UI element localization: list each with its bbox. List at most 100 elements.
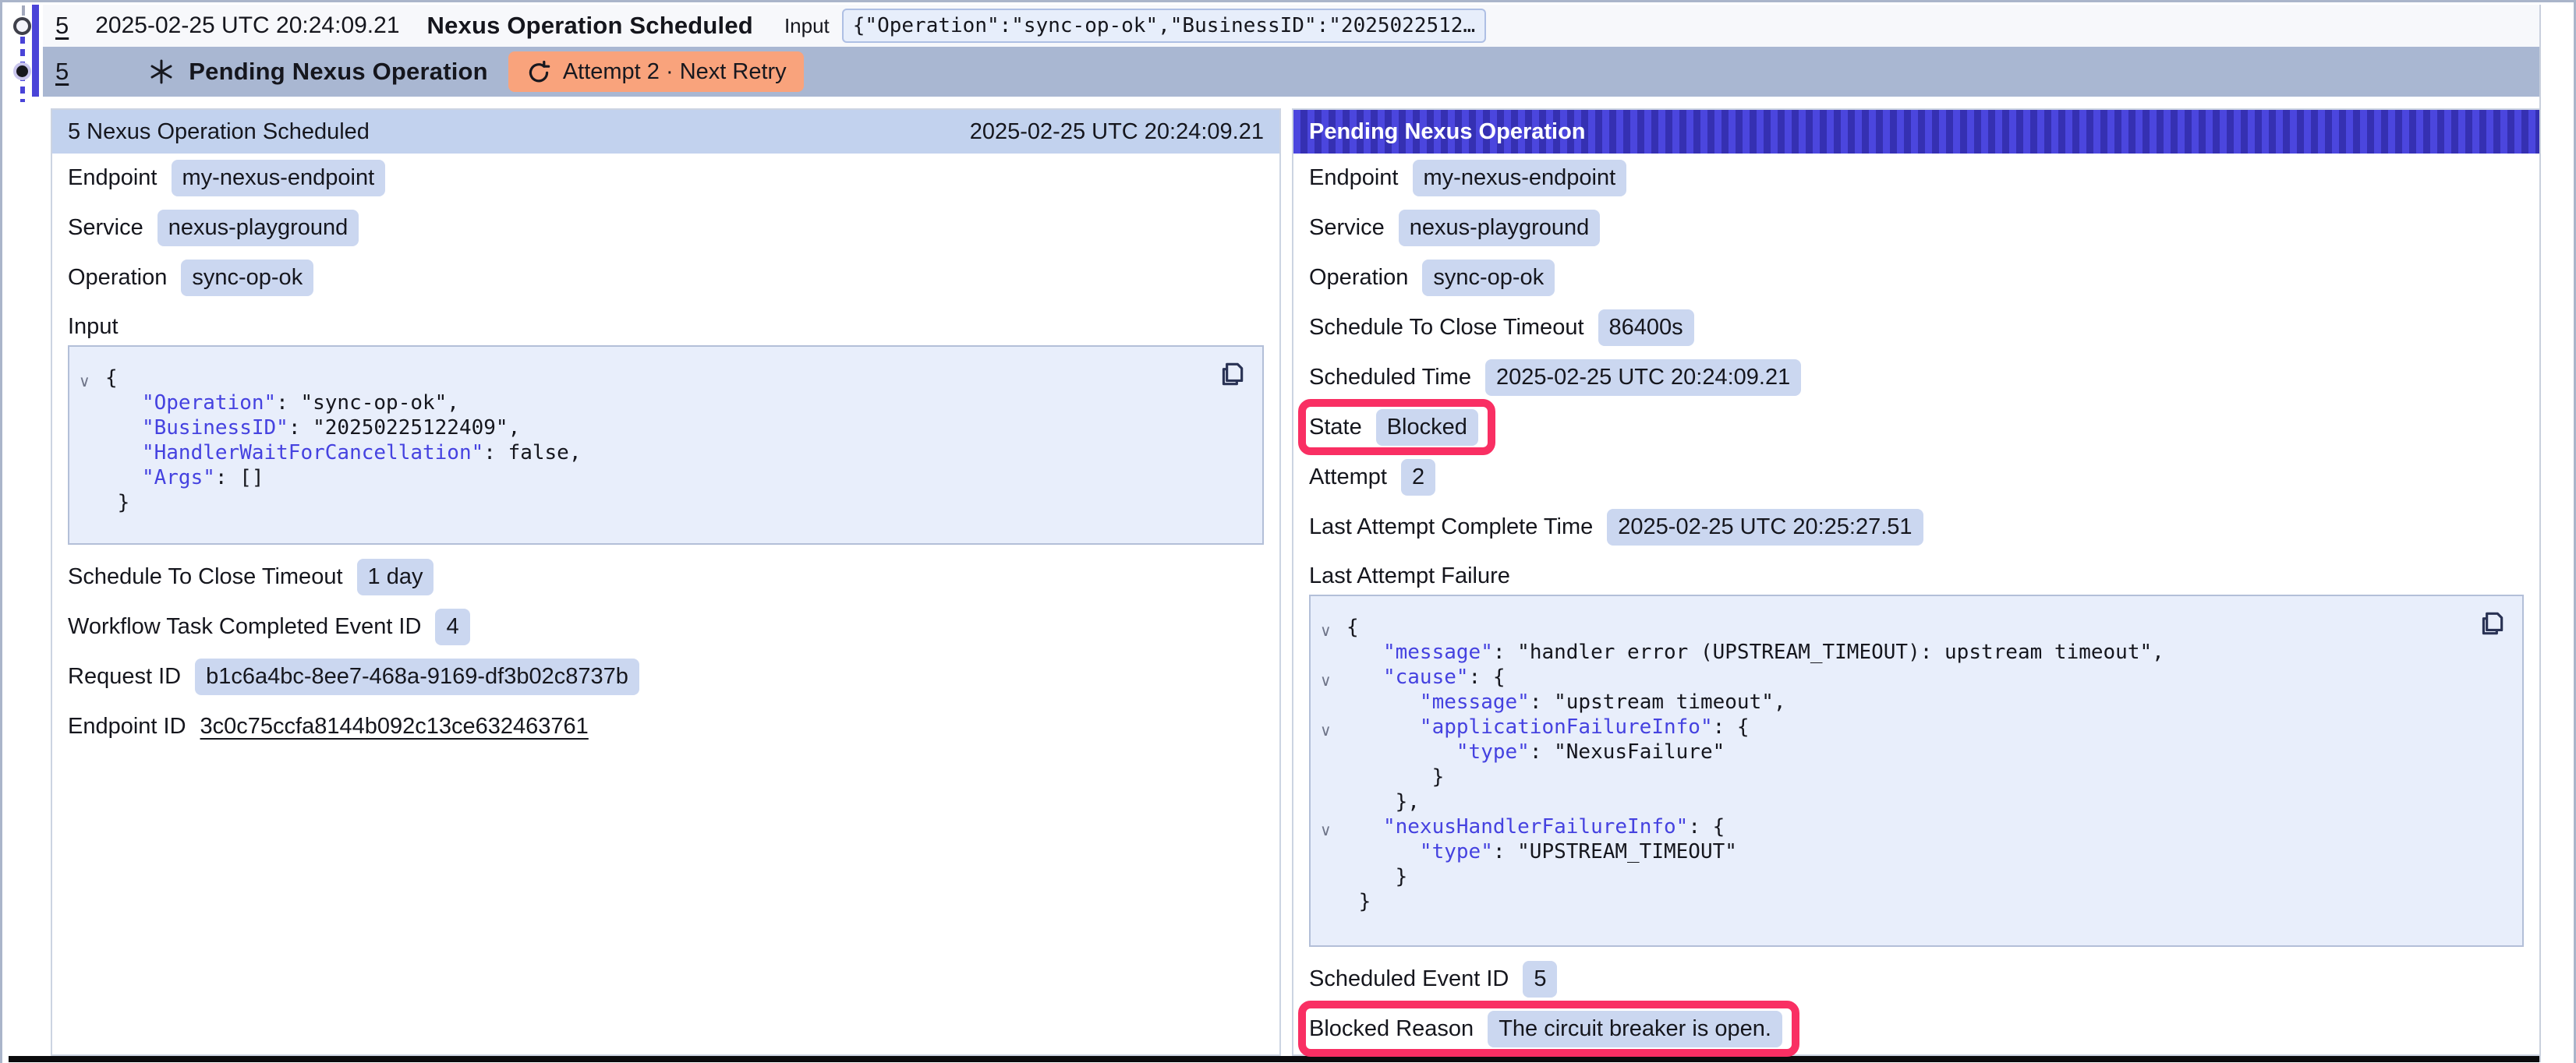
timeline-connector — [22, 5, 25, 16]
collapse-chevron-icon — [79, 418, 105, 443]
field-label-attempt: Attempt — [1309, 464, 1387, 490]
collapse-chevron-icon[interactable]: ∨ — [1320, 818, 1346, 842]
json-code-text: { — [105, 366, 118, 390]
field-row-endpoint: Endpointmy-nexus-endpoint — [1309, 160, 2524, 196]
field-label-endpoint-id: Endpoint ID — [68, 714, 186, 740]
field-row-schedule-to-close-timeout: Schedule To Close Timeout 86400s — [1309, 309, 2524, 345]
json-code-text: } — [1346, 864, 1407, 889]
failure-json-viewer: ∨{ "message": "handler error (UPSTREAM_T… — [1309, 595, 2524, 947]
event-detail-panel: 5 Nexus Operation Scheduled 2025-02-25 U… — [51, 108, 1281, 1056]
json-line: } — [1320, 765, 2507, 789]
json-line: ∨{ — [1320, 615, 2507, 640]
json-code-text: "nexusHandlerFailureInfo": { — [1346, 814, 1725, 839]
event-timestamp: 2025-02-25 UTC 20:24:09.21 — [95, 12, 399, 39]
field-label-service: Service — [68, 215, 143, 241]
event-id-link[interactable]: 5 — [55, 12, 69, 40]
json-line: "type": "NexusFailure" — [1320, 740, 2507, 765]
input-label: Input — [784, 14, 830, 38]
field-row-request-id: Request IDb1c6a4bc-8ee7-468a-9169-df3b02… — [68, 659, 1264, 694]
field-label-last-attempt-failure: Last Attempt Failure — [1309, 562, 2524, 590]
field-row-operation: Operationsync-op-ok — [68, 260, 1264, 295]
pending-operation-fields: Endpointmy-nexus-endpointServicenexus-pl… — [1293, 154, 2539, 1047]
json-line: } — [1320, 889, 2507, 914]
json-code-text: "message": "upstream timeout", — [1346, 690, 1786, 715]
field-label-blocked-reason: Blocked Reason — [1309, 1016, 1474, 1042]
json-line: "BusinessID": "20250225122409", — [79, 415, 1247, 440]
retry-icon — [525, 58, 552, 85]
field-value-scheduled-time: 2025-02-25 UTC 20:24:09.21 — [1485, 359, 1801, 396]
collapse-chevron-icon — [1320, 693, 1346, 718]
json-code-text: } — [1346, 889, 1371, 914]
field-row-service: Servicenexus-playground — [68, 210, 1264, 245]
field-value-state: Blocked — [1376, 409, 1478, 446]
json-line: } — [79, 490, 1247, 515]
pending-operation-panel: Pending Nexus Operation Endpointmy-nexus… — [1292, 108, 2541, 1056]
field-label-endpoint: Endpoint — [1309, 165, 1399, 191]
pending-nexus-operation-row[interactable]: 5 Pending Nexus Operation Attempt 2 · Ne… — [43, 47, 2539, 97]
json-code-text: "Operation": "sync-op-ok", — [105, 390, 459, 415]
collapse-chevron-icon — [1320, 793, 1346, 818]
copy-icon[interactable] — [2477, 609, 2508, 640]
field-row-endpoint-id: Endpoint ID 3c0c75ccfa8144b092c13ce632463… — [68, 708, 1264, 744]
timeline-filled-dot-icon — [13, 62, 31, 80]
field-label-scheduled-time: Scheduled Time — [1309, 365, 1471, 390]
collapse-chevron-icon — [1320, 892, 1346, 917]
collapse-chevron-icon[interactable]: ∨ — [1320, 718, 1346, 743]
collapse-chevron-icon — [79, 394, 105, 418]
json-code-text: "BusinessID": "20250225122409", — [105, 415, 520, 440]
field-label-service: Service — [1309, 215, 1385, 241]
retry-attempt-badge: Attempt 2 · Next Retry — [508, 51, 804, 92]
collapse-chevron-icon — [79, 493, 105, 518]
input-preview-chip[interactable]: {"Operation":"sync-op-ok","BusinessID":"… — [842, 9, 1486, 43]
collapse-chevron-icon[interactable]: ∨ — [1320, 668, 1346, 693]
pending-operation-title: Pending Nexus Operation — [1309, 119, 1586, 145]
json-code-text: "cause": { — [1346, 665, 1506, 690]
field-value-scheduled-event-id: 5 — [1523, 961, 1557, 998]
field-label-schedule-to-close-timeout: Schedule To Close Timeout — [1309, 315, 1584, 341]
temporal-event-history-screen: 5 2025-02-25 UTC 20:24:09.21 Nexus Opera… — [0, 0, 2576, 1063]
field-value-attempt: 2 — [1401, 459, 1435, 496]
field-value-endpoint-id[interactable]: 3c0c75ccfa8144b092c13ce632463761 — [200, 714, 589, 740]
field-row-endpoint: Endpointmy-nexus-endpoint — [68, 160, 1264, 196]
collapse-chevron-icon — [79, 443, 105, 468]
collapse-chevron-icon[interactable]: ∨ — [79, 369, 105, 394]
json-code-text: } — [1346, 765, 1444, 789]
event-row-nexus-operation-scheduled[interactable]: 5 2025-02-25 UTC 20:24:09.21 Nexus Opera… — [43, 5, 2539, 47]
json-line: "type": "UPSTREAM_TIMEOUT" — [1320, 839, 2507, 864]
field-row-blocked-reason: Blocked Reason The circuit breaker is ope… — [1309, 1011, 1782, 1047]
field-value-endpoint: my-nexus-endpoint — [172, 160, 386, 196]
collapse-chevron-icon — [79, 468, 105, 493]
selected-event-indicator-bar — [32, 5, 39, 97]
copy-icon[interactable] — [1217, 359, 1248, 390]
field-label-request-id: Request ID — [68, 664, 181, 690]
field-label-state: State — [1309, 415, 1362, 440]
json-line: ∨ "cause": { — [1320, 665, 2507, 690]
field-value-blocked-reason: The circuit breaker is open. — [1488, 1011, 1782, 1047]
json-code-text: "HandlerWaitForCancellation": false, — [105, 440, 582, 465]
json-line: "message": "upstream timeout", — [1320, 690, 2507, 715]
field-value-operation: sync-op-ok — [181, 260, 313, 296]
json-line: } — [1320, 864, 2507, 889]
json-code-text: "Args": [] — [105, 465, 264, 490]
scrollbar-gutter[interactable] — [2539, 5, 2572, 1062]
collapse-chevron-icon[interactable]: ∨ — [1320, 618, 1346, 643]
field-row-operation: Operationsync-op-ok — [1309, 260, 2524, 295]
event-detail-fields: Endpointmy-nexus-endpoint Servicenexus-pl… — [52, 154, 1279, 744]
input-json-viewer: ∨{ "Operation": "sync-op-ok", "BusinessI… — [68, 345, 1264, 545]
json-code-text: "type": "NexusFailure" — [1346, 740, 1725, 765]
event-detail-panel-header: 5 Nexus Operation Scheduled 2025-02-25 U… — [52, 110, 1279, 154]
json-code-text: { — [1346, 615, 1359, 640]
field-row-last-attempt-complete-time: Last Attempt Complete Time2025-02-25 UTC… — [1309, 509, 2524, 545]
json-line: "Args": [] — [79, 465, 1247, 490]
retry-badge-label: Attempt 2 · Next Retry — [563, 59, 787, 85]
pending-event-name: Pending Nexus Operation — [189, 58, 488, 86]
collapse-chevron-icon — [1320, 842, 1346, 867]
json-code-text: "message": "handler error (UPSTREAM_TIME… — [1346, 640, 2164, 665]
field-label-last-attempt-complete-time: Last Attempt Complete Time — [1309, 514, 1593, 540]
event-detail-timestamp: 2025-02-25 UTC 20:24:09.21 — [970, 119, 1264, 145]
field-label-input: Input — [68, 313, 1264, 341]
json-code-text: }, — [1346, 789, 1420, 814]
pending-event-id-link[interactable]: 5 — [55, 58, 69, 86]
field-value-schedule-to-close-timeout: 86400s — [1598, 309, 1694, 346]
field-label-workflow-task-completed-event-id: Workflow Task Completed Event ID — [68, 614, 421, 640]
